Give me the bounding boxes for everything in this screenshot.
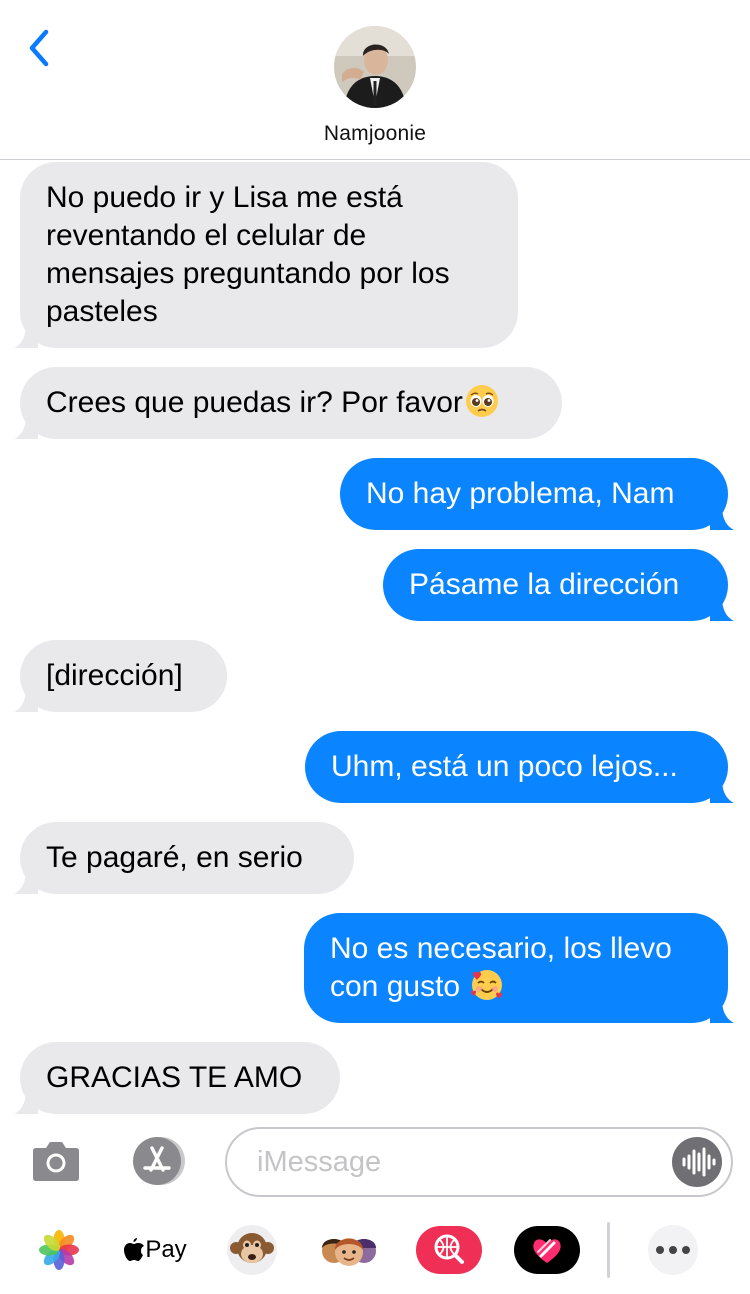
message-text: Crees que puedas ir? Por favor: [46, 384, 499, 422]
bubble-tail: [14, 1088, 38, 1114]
animoji-button[interactable]: [222, 1224, 282, 1276]
apple-pay-label: Pay: [145, 1236, 187, 1263]
photos-icon: [39, 1230, 79, 1270]
message-text: No puedo ir y Lisa me está reventando el…: [46, 181, 450, 328]
digital-touch-icon: [514, 1226, 580, 1274]
apple-pay-button[interactable]: Pay: [122, 1224, 188, 1276]
chevron-left-icon: [29, 29, 49, 67]
photos-app-button[interactable]: [38, 1224, 80, 1276]
message-bubble-outgoing[interactable]: Pásame la dirección: [383, 549, 734, 621]
app-store-button[interactable]: [126, 1136, 190, 1186]
animoji-monkey-icon: [227, 1225, 277, 1275]
bubble-tail: [14, 686, 38, 712]
message-bubble-incoming[interactable]: Crees que puedas ir? Por favor: [14, 367, 562, 439]
apple-pay-icon: [124, 1238, 145, 1261]
message-bubble-outgoing[interactable]: No hay problema, Nam: [340, 458, 734, 530]
memoji-stickers-button[interactable]: [318, 1224, 380, 1276]
contact-avatar[interactable]: [334, 26, 416, 108]
camera-icon: [33, 1142, 79, 1181]
contact-name[interactable]: Namjoonie: [0, 122, 750, 146]
bubble-tail: [710, 595, 734, 621]
message-text: [dirección]: [46, 659, 183, 692]
message-text: No es necesario, los llevo con gusto: [330, 932, 672, 1003]
drawer-divider: [607, 1222, 610, 1278]
message-text: No hay problema, Nam: [366, 477, 675, 510]
message-input-placeholder: iMessage: [257, 1146, 382, 1178]
message-bubble-incoming[interactable]: No puedo ir y Lisa me está reventando el…: [14, 162, 518, 348]
pleading-face-emoji: [465, 385, 498, 417]
message-text: GRACIAS TE AMO: [46, 1061, 303, 1094]
bubble-tail: [14, 868, 38, 894]
digital-touch-button[interactable]: [514, 1224, 580, 1276]
more-icon: [648, 1225, 698, 1275]
camera-button[interactable]: [32, 1138, 80, 1182]
bubble-tail: [710, 997, 734, 1023]
message-text: Pásame la dirección: [409, 568, 680, 601]
back-button[interactable]: [22, 26, 58, 70]
bubble-tail: [710, 504, 734, 530]
web-search-button[interactable]: [416, 1224, 482, 1276]
smiling-face-with-hearts-emoji: [471, 970, 503, 1000]
message-text: Uhm, está un poco lejos...: [331, 750, 678, 783]
message-text: Te pagaré, en serio: [46, 841, 303, 874]
web-search-icon: [416, 1226, 482, 1274]
more-apps-button[interactable]: [640, 1224, 706, 1276]
bubble-tail: [710, 777, 734, 803]
memoji-stickers-icon: [322, 1238, 376, 1266]
message-bubble-incoming[interactable]: GRACIAS TE AMO: [14, 1042, 340, 1114]
message-bubble-incoming[interactable]: Te pagaré, en serio: [14, 822, 354, 894]
audio-message-button[interactable]: [672, 1137, 722, 1187]
message-input[interactable]: iMessage: [225, 1127, 733, 1197]
bubble-tail: [14, 413, 38, 439]
bubble-tail: [14, 322, 38, 348]
message-bubble-outgoing[interactable]: Uhm, está un poco lejos...: [305, 731, 734, 803]
waveform-icon: [682, 1147, 716, 1177]
message-bubble-outgoing[interactable]: No es necesario, los llevo con gusto: [304, 913, 734, 1023]
message-bubble-incoming[interactable]: [dirección]: [14, 640, 227, 712]
conversation-header: Namjoonie: [0, 0, 750, 160]
app-store-icon: [133, 1137, 185, 1185]
